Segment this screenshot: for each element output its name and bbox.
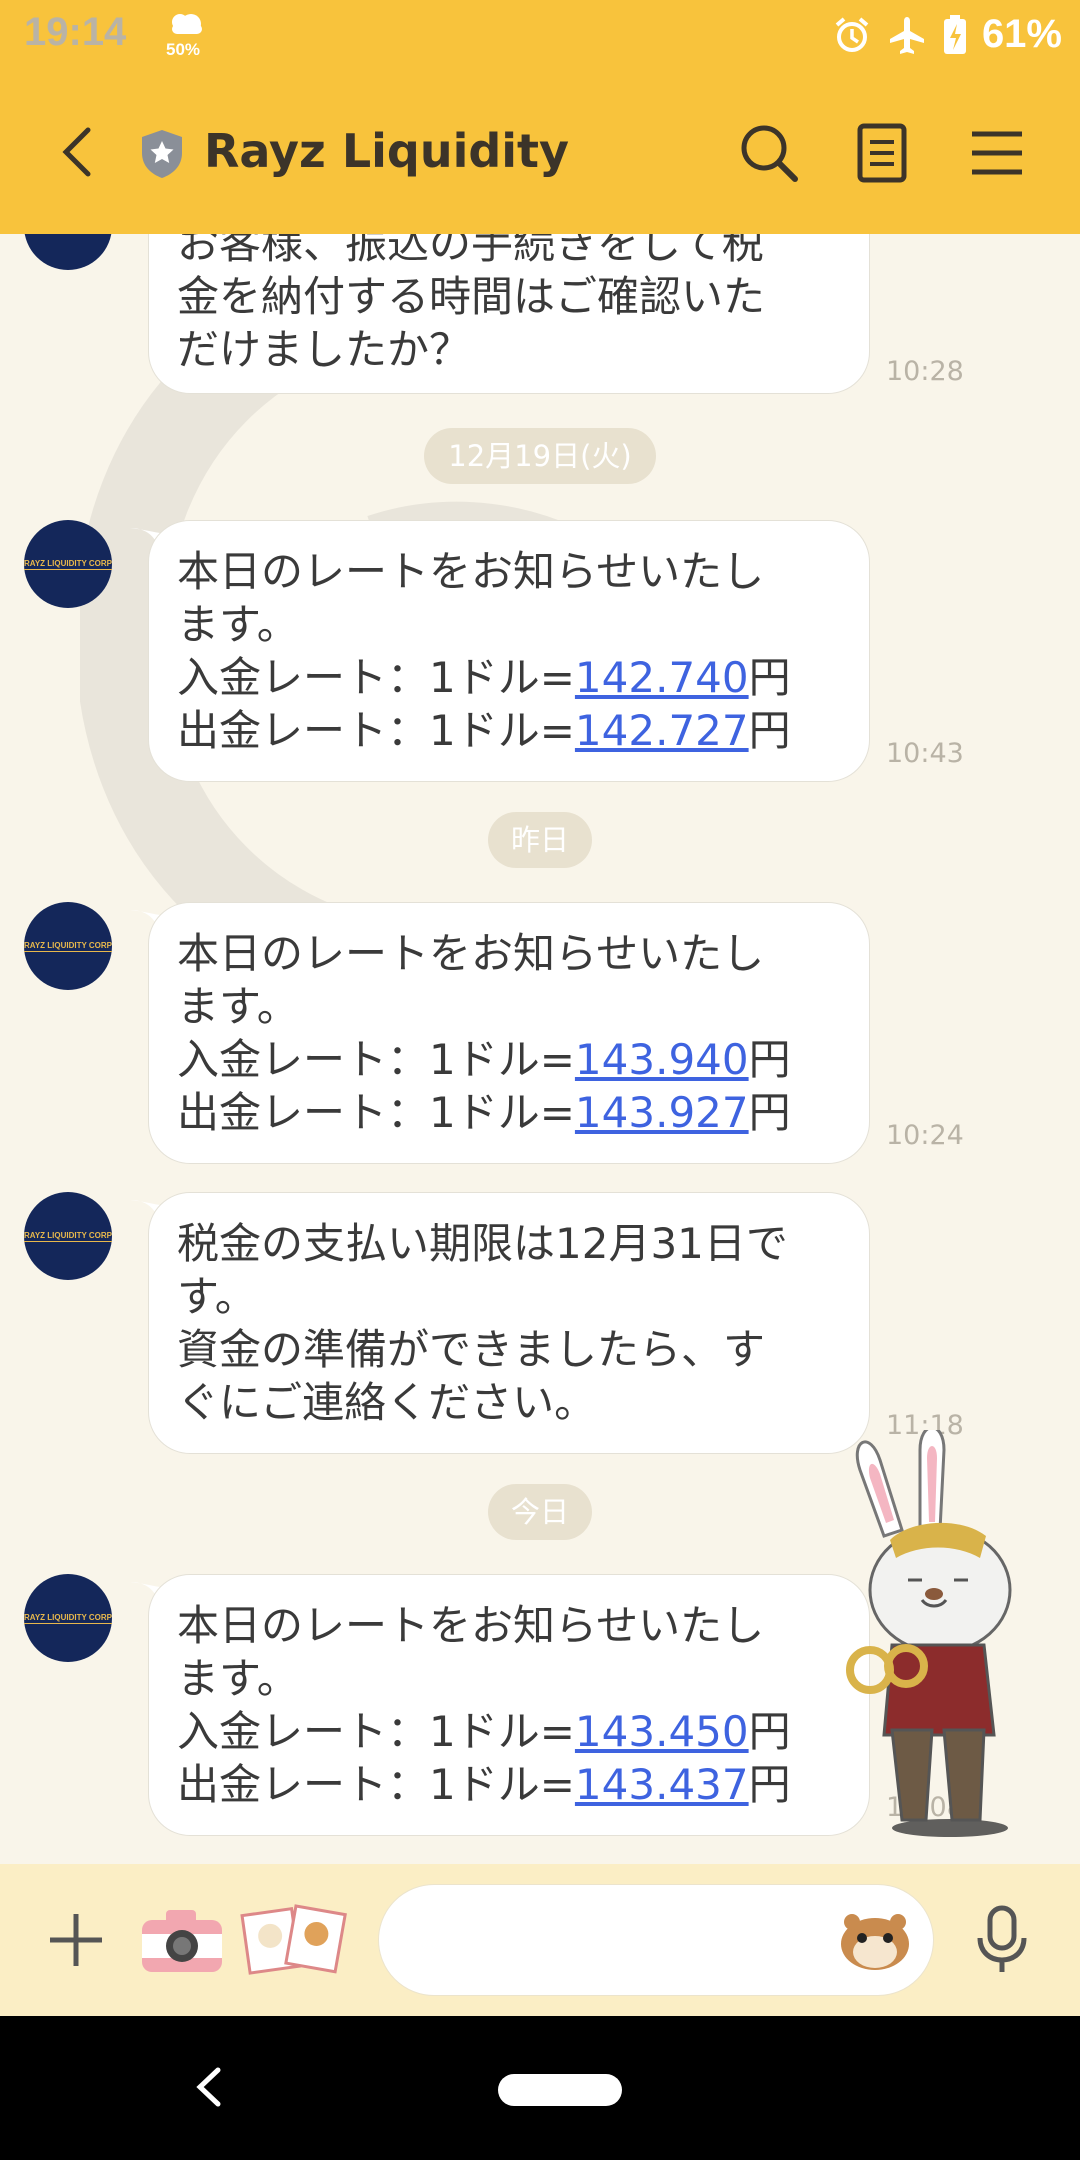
sender-avatar[interactable]: RAYZ LIQUIDITY CORP <box>24 1574 113 1662</box>
message-text: 本日のレートをお知らせいたし <box>177 547 765 596</box>
message-text: す。 <box>177 1272 257 1321</box>
rate-unit: 円 <box>748 1088 791 1137</box>
alarm-icon <box>835 16 869 52</box>
status-bar: 19:14 50% 61% <box>0 0 1080 72</box>
notes-icon[interactable] <box>848 118 918 188</box>
rate-value-link[interactable]: 142.727 <box>575 706 749 755</box>
menu-icon[interactable] <box>962 118 1032 188</box>
chat-header: Rayz Liquidity <box>0 72 1080 234</box>
battery-charging-icon <box>943 14 966 54</box>
message-bubble[interactable]: 本日のレートをお知らせいたし ます。 入金レート：1ドル=142.740円 出金… <box>148 520 870 782</box>
status-time: 19:14 <box>24 10 127 54</box>
home-pill-icon[interactable] <box>498 2074 622 2106</box>
search-icon[interactable] <box>734 118 804 188</box>
sticker-icon[interactable] <box>240 1902 348 1980</box>
message-text: 資金の準備ができましたら、す <box>177 1325 766 1374</box>
avatar-logo: RAYZ LIQUIDITY CORP <box>24 1612 113 1624</box>
message-text: だけましたか？ <box>177 325 472 374</box>
rate-value-link[interactable]: 143.450 <box>575 1707 749 1756</box>
sender-avatar[interactable]: RAYZ LIQUIDITY CORP <box>24 1192 113 1280</box>
rate-value-link[interactable]: 143.927 <box>575 1088 749 1137</box>
rate-label: 入金レート：1ドル= <box>177 653 575 702</box>
date-separator: 今日 <box>488 1484 592 1540</box>
rate-unit: 円 <box>748 1707 791 1756</box>
chat-title: Rayz Liquidity <box>204 124 570 178</box>
withdrawal-rate-line: 出金レート：1ドル=143.437円 <box>177 1758 841 1811</box>
emoji-icon[interactable] <box>838 1908 912 1972</box>
rate-label: 入金レート：1ドル= <box>177 1035 575 1084</box>
rabbit-sticker-icon <box>846 1430 1012 1837</box>
deposit-rate-line: 入金レート：1ドル=143.940円 <box>177 1033 841 1086</box>
rate-value-link[interactable]: 142.740 <box>575 653 749 702</box>
rate-label: 出金レート：1ドル= <box>177 1760 575 1809</box>
camera-icon[interactable] <box>138 1904 226 1976</box>
rate-label: 出金レート：1ドル= <box>177 1088 575 1137</box>
weather-icon: 50% <box>164 10 214 60</box>
message-text: 本日のレートをお知らせいたし <box>177 1601 765 1650</box>
message-bubble[interactable]: 税金の支払い期限は12月31日で す。 資金の準備ができましたら、す ぐにご連絡… <box>148 1192 870 1454</box>
message-text: ます。 <box>177 1654 299 1703</box>
back-arrow-icon[interactable] <box>52 122 112 182</box>
rate-unit: 円 <box>748 1035 791 1084</box>
deposit-rate-line: 入金レート：1ドル=142.740円 <box>177 651 841 704</box>
plus-icon[interactable] <box>44 1908 108 1972</box>
message-input-bar <box>0 1864 1080 2016</box>
message-text: ぐにご連絡ください。 <box>177 1378 597 1427</box>
avatar-logo: RAYZ LIQUIDITY CORP <box>24 1230 113 1242</box>
nav-back-icon[interactable] <box>190 2062 230 2112</box>
message-text: 金を納付する時間はご確認いた <box>177 272 766 321</box>
rate-unit: 円 <box>748 1760 791 1809</box>
rate-label: 出金レート：1ドル= <box>177 706 575 755</box>
weather-percent: 50% <box>166 40 201 59</box>
message-time: 10:24 <box>886 1120 964 1151</box>
message-bubble[interactable]: 本日のレートをお知らせいたし ます。 入金レート：1ドル=143.450円 出金… <box>148 1574 870 1836</box>
rate-unit: 円 <box>748 653 791 702</box>
battery-percent: 61% <box>981 12 1062 56</box>
system-nav-bar <box>0 2016 1080 2160</box>
withdrawal-rate-line: 出金レート：1ドル=142.727円 <box>177 704 841 757</box>
rate-value-link[interactable]: 143.940 <box>575 1035 749 1084</box>
date-separator: 12月19日(火) <box>424 428 656 484</box>
message-time: 10:43 <box>886 738 964 769</box>
rate-unit: 円 <box>748 706 791 755</box>
message-bubble[interactable]: お客様、振込の手続きをして税 金を納付する時間はご確認いた だけましたか？ <box>148 234 870 394</box>
message-text: お客様、振込の手続きをして税 <box>177 234 764 268</box>
withdrawal-rate-line: 出金レート：1ドル=143.927円 <box>177 1086 841 1139</box>
date-separator: 昨日 <box>488 812 592 868</box>
rate-label: 入金レート：1ドル= <box>177 1707 575 1756</box>
deposit-rate-line: 入金レート：1ドル=143.450円 <box>177 1705 841 1758</box>
message-input[interactable] <box>415 1913 819 1971</box>
message-text: 税金の支払い期限は12月31日で <box>177 1219 788 1268</box>
microphone-icon[interactable] <box>970 1904 1034 1976</box>
message-bubble[interactable]: 本日のレートをお知らせいたし ます。 入金レート：1ドル=143.940円 出金… <box>148 902 870 1164</box>
avatar-logo: RAYZ LIQUIDITY CORP <box>24 558 113 570</box>
airplane-mode-icon <box>889 16 924 54</box>
message-text: 本日のレートをお知らせいたし <box>177 929 765 978</box>
sender-avatar[interactable]: RAYZ LIQUIDITY CORP <box>24 520 113 608</box>
rate-value-link[interactable]: 143.437 <box>575 1760 749 1809</box>
shield-star-icon <box>138 128 186 180</box>
message-time: 10:28 <box>886 356 964 387</box>
message-text: ます。 <box>177 600 299 649</box>
message-text: ます。 <box>177 982 299 1031</box>
sender-avatar[interactable]: RAYZ LIQUIDITY CORP <box>24 902 113 990</box>
avatar-logo: RAYZ LIQUIDITY CORP <box>24 940 113 952</box>
